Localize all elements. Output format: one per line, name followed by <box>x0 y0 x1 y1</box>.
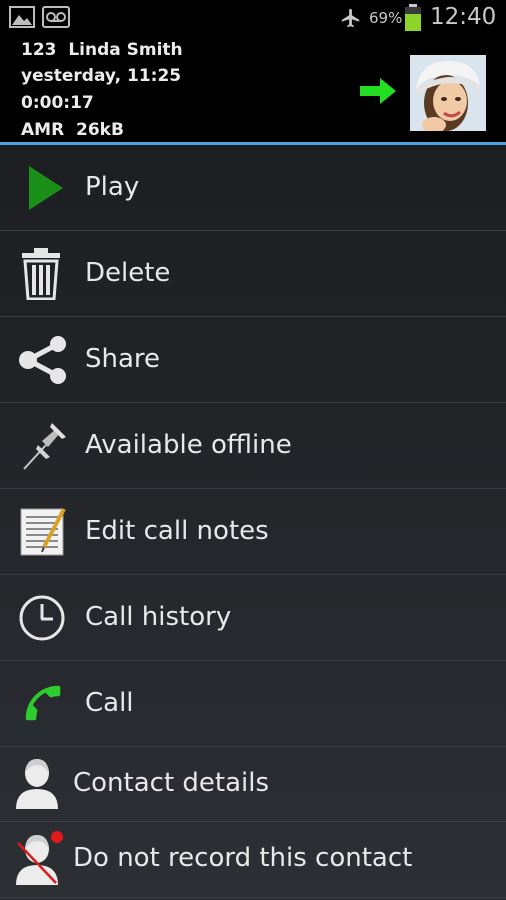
person-icon <box>16 759 58 809</box>
recording-date: yesterday, 11:25 <box>21 66 182 86</box>
clock-icon <box>19 595 65 641</box>
menu-item-share[interactable]: Share <box>0 317 506 403</box>
recording-title: 123 Linda Smith <box>21 40 183 60</box>
pin-icon <box>23 423 66 470</box>
gallery-icon <box>9 6 35 28</box>
menu-item-label: Available offline <box>85 430 292 460</box>
outgoing-arrow-icon <box>360 78 396 104</box>
phone-icon <box>25 685 61 721</box>
recording-format: AMR 26kB <box>21 120 124 140</box>
recording-duration: 0:00:17 <box>21 93 94 113</box>
menu-item-available-offline[interactable]: Available offline <box>0 403 506 489</box>
action-menu: Play Delete Share Available offline Edit… <box>0 145 506 900</box>
menu-item-play[interactable]: Play <box>0 145 506 231</box>
menu-item-label: Call <box>85 688 134 718</box>
status-bar: 69% 12:40 <box>0 0 506 36</box>
recording-header[interactable]: 123 Linda Smith yesterday, 11:25 0:00:17… <box>0 36 506 142</box>
clock-time: 12:40 <box>430 4 497 30</box>
menu-item-label: Share <box>85 344 161 374</box>
battery-percent: 69% <box>369 9 403 27</box>
person-no-record-icon <box>16 831 63 885</box>
voicemail-icon <box>42 6 70 28</box>
menu-item-do-not-record[interactable]: Do not record this contact <box>0 822 506 898</box>
menu-item-label: Call history <box>85 602 232 632</box>
notepad-icon <box>20 508 66 556</box>
airplane-mode-icon <box>341 8 360 28</box>
contact-avatar[interactable] <box>410 55 486 131</box>
menu-item-label: Play <box>85 172 140 202</box>
play-icon <box>29 166 63 210</box>
trash-icon <box>22 248 60 300</box>
menu-item-label: Delete <box>85 258 171 288</box>
menu-item-edit-call-notes[interactable]: Edit call notes <box>0 489 506 575</box>
menu-item-label: Edit call notes <box>85 516 269 546</box>
menu-item-label: Do not record this contact <box>73 843 413 873</box>
menu-item-call-history[interactable]: Call history <box>0 575 506 661</box>
menu-item-label: Contact details <box>73 768 270 798</box>
menu-item-delete[interactable]: Delete <box>0 231 506 317</box>
menu-item-call[interactable]: Call <box>0 661 506 747</box>
battery-icon <box>405 4 421 31</box>
menu-item-contact-details[interactable]: Contact details <box>0 747 506 822</box>
share-icon <box>19 336 66 384</box>
